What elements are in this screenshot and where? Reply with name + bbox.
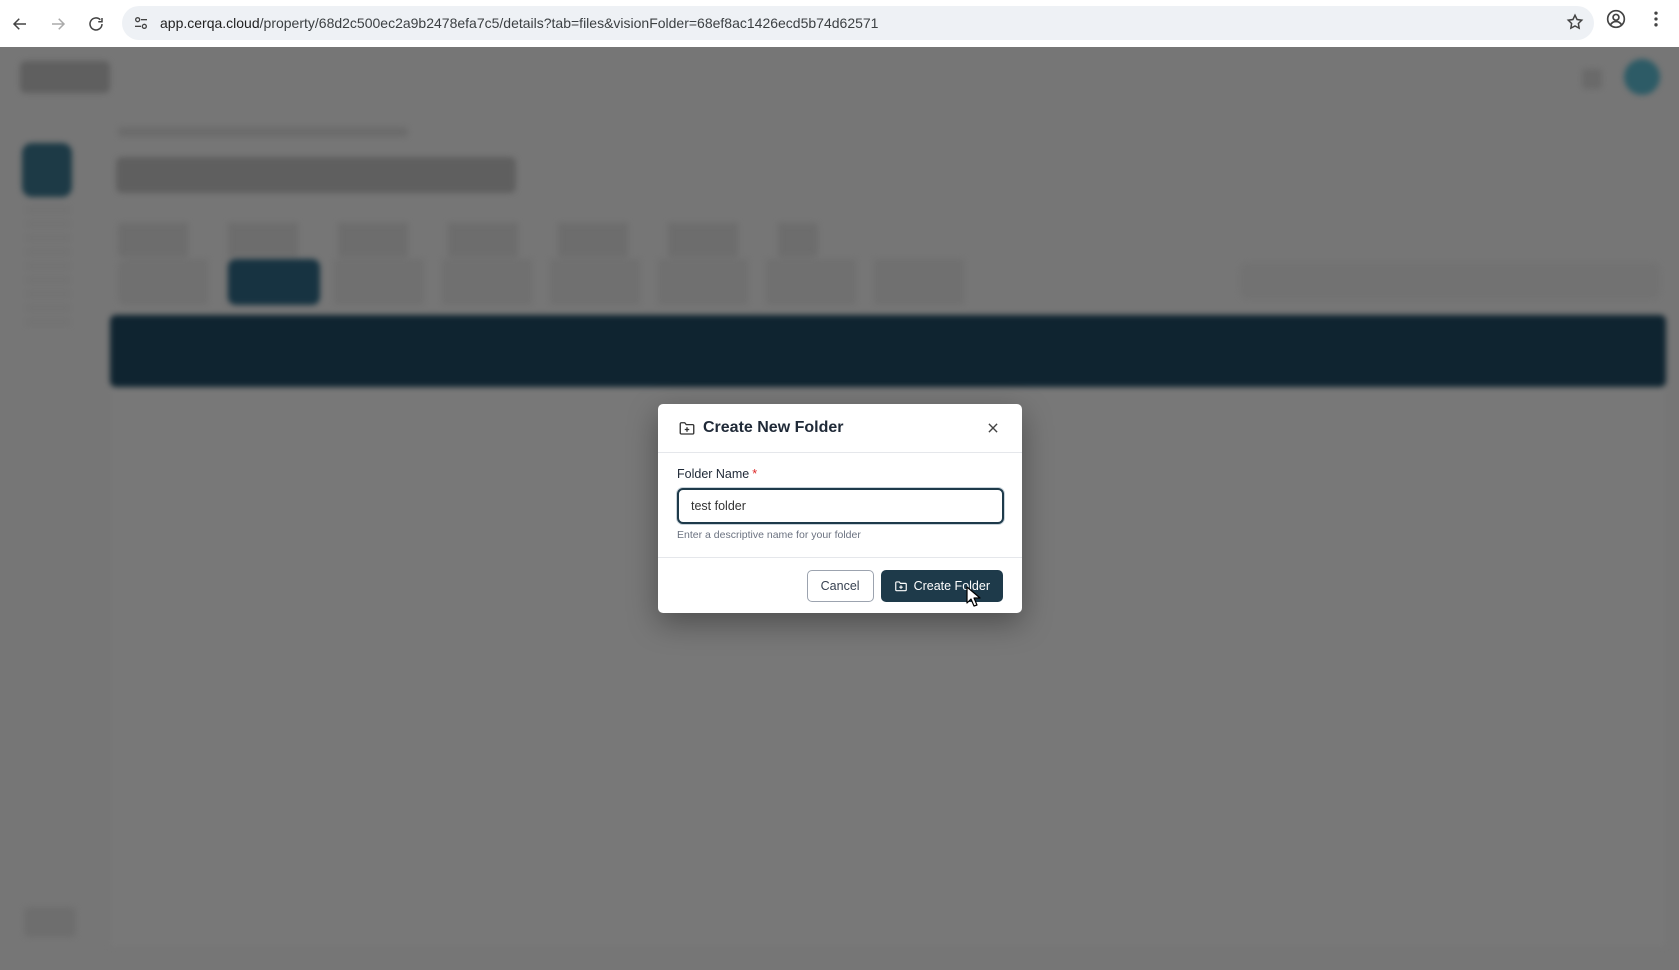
app-logo bbox=[20, 61, 110, 93]
tab-files-active bbox=[228, 259, 320, 305]
folder-name-input[interactable] bbox=[677, 488, 1004, 524]
browser-toolbar: app.cerqa.cloud/property/68d2c500ec2a9b2… bbox=[0, 0, 1679, 47]
folder-name-label: Folder Name * bbox=[677, 467, 1003, 481]
dialog-header: Create New Folder bbox=[658, 404, 1022, 453]
address-bar[interactable]: app.cerqa.cloud/property/68d2c500ec2a9b2… bbox=[122, 6, 1594, 40]
profile-icon[interactable] bbox=[1606, 9, 1626, 34]
folder-name-helper: Enter a descriptive name for your folder bbox=[677, 529, 861, 541]
dialog-title: Create New Folder bbox=[703, 419, 844, 436]
create-folder-button[interactable]: Create Folder bbox=[880, 569, 1003, 602]
site-settings-icon[interactable] bbox=[126, 8, 156, 38]
cancel-button[interactable]: Cancel bbox=[806, 569, 874, 602]
bookmark-star-icon[interactable] bbox=[1566, 13, 1584, 36]
sidebar-active-item bbox=[22, 143, 72, 197]
page-title bbox=[116, 157, 516, 193]
folder-name-label-text: Folder Name bbox=[677, 467, 750, 481]
files-table-header bbox=[110, 315, 1666, 387]
folder-plus-icon bbox=[678, 419, 696, 437]
mouse-cursor-icon bbox=[966, 586, 981, 607]
url-host: app.cerqa.cloud bbox=[160, 15, 260, 31]
avatar bbox=[1624, 59, 1660, 95]
files-search bbox=[1240, 263, 1660, 299]
reload-icon[interactable] bbox=[78, 6, 114, 42]
notification-icon bbox=[1582, 69, 1602, 89]
forward-icon[interactable] bbox=[40, 6, 76, 42]
property-meta-row bbox=[118, 223, 818, 257]
dialog-body: Folder Name * Enter a descriptive name f… bbox=[658, 453, 1022, 558]
url-text: app.cerqa.cloud/property/68d2c500ec2a9b2… bbox=[160, 15, 878, 31]
sidebar-nav bbox=[26, 207, 70, 327]
breadcrumb bbox=[118, 127, 408, 137]
required-marker: * bbox=[752, 467, 758, 481]
create-folder-dialog: Create New Folder Folder Name * Enter a … bbox=[658, 404, 1022, 613]
url-path: /property/68d2c500ec2a9b2478efa7c5/detai… bbox=[259, 15, 879, 31]
browser-menu-icon[interactable] bbox=[1646, 9, 1666, 34]
back-icon[interactable] bbox=[2, 6, 38, 42]
sidebar-footer bbox=[24, 907, 76, 937]
close-icon[interactable] bbox=[982, 417, 1004, 439]
folder-plus-icon bbox=[894, 579, 908, 593]
